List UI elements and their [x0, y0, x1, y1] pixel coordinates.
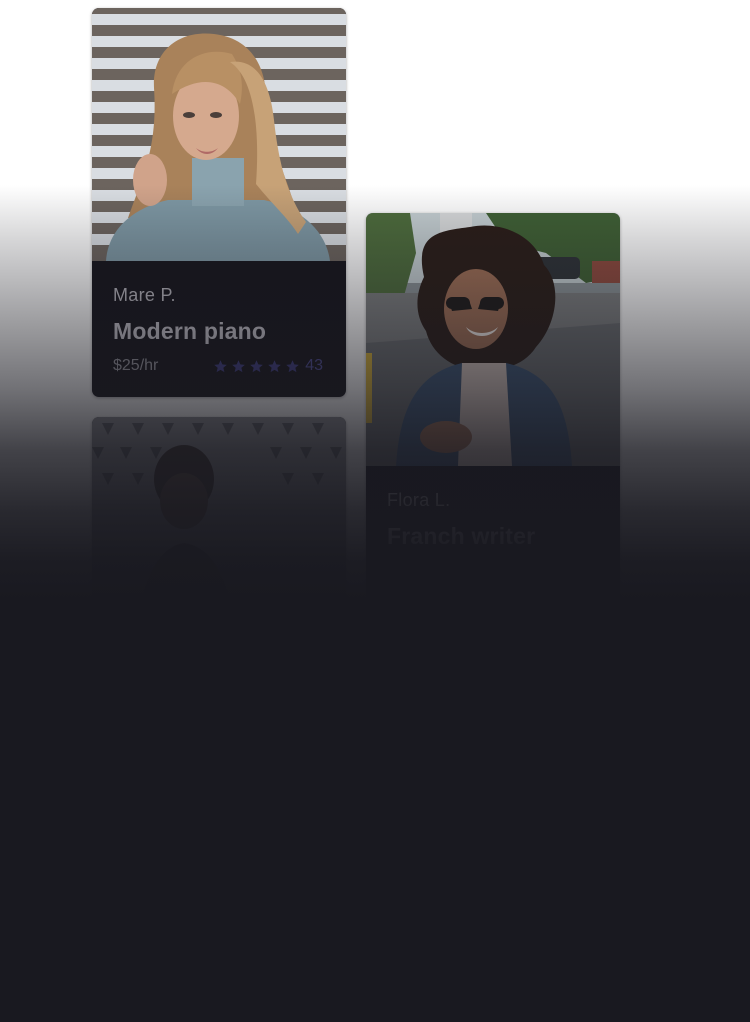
course-title: Modern piano: [113, 318, 267, 344]
tutor-photo: [92, 8, 346, 261]
star-icon: [268, 359, 281, 372]
star-icon: [250, 359, 263, 372]
star-icon: [214, 359, 227, 372]
tutor-card-flora[interactable]: Flora L. Franch writer: [366, 213, 620, 602]
tutor-grid: Mare P. Modern piano $25/hr 43 Flora L. …: [0, 0, 750, 1022]
tutor-card-mare[interactable]: Mare P. Modern piano $25/hr 43: [92, 8, 346, 397]
tutor-card-third[interactable]: [92, 417, 346, 806]
tutor-photo: [366, 213, 620, 466]
tutor-photo: [92, 417, 346, 670]
rating: 43: [213, 357, 323, 375]
tutor-name: Mare P.: [113, 285, 176, 305]
star-icon: [232, 359, 245, 372]
card-body: [92, 670, 346, 806]
hourly-price: $25/hr: [113, 357, 159, 374]
rating-count: 43: [305, 357, 323, 374]
tutor-name: Flora L.: [387, 490, 451, 510]
course-title: Franch writer: [387, 523, 536, 549]
star-icon: [286, 359, 299, 372]
